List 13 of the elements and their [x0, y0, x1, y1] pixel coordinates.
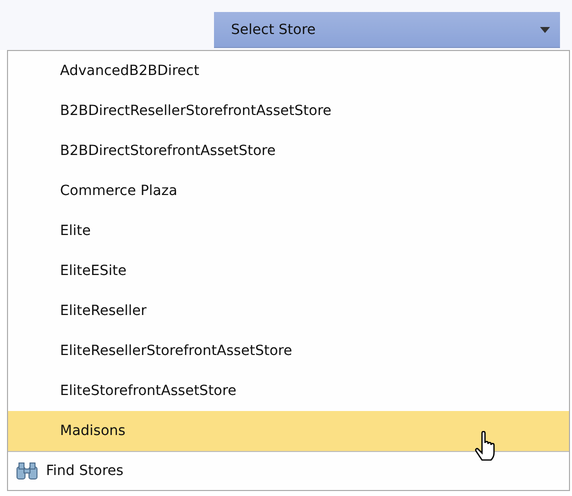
binoculars-icon [16, 462, 38, 480]
caret-icon [540, 26, 550, 32]
store-option[interactable]: B2BDirectResellerStorefrontAssetStore [8, 91, 569, 131]
store-option[interactable]: EliteReseller [8, 291, 569, 331]
store-option[interactable]: Elite [8, 211, 569, 251]
store-option[interactable]: AdvancedB2BDirect [8, 51, 569, 91]
find-stores-link[interactable]: Find Stores [8, 452, 569, 490]
store-option[interactable]: EliteESite [8, 251, 569, 291]
store-option[interactable]: Commerce Plaza [8, 171, 569, 211]
store-option[interactable]: EliteResellerStorefrontAssetStore [8, 331, 569, 371]
store-option[interactable]: B2BDirectStorefrontAssetStore [8, 131, 569, 171]
store-select[interactable]: Select Store [214, 12, 560, 48]
store-option[interactable]: EliteStorefrontAssetStore [8, 371, 569, 411]
